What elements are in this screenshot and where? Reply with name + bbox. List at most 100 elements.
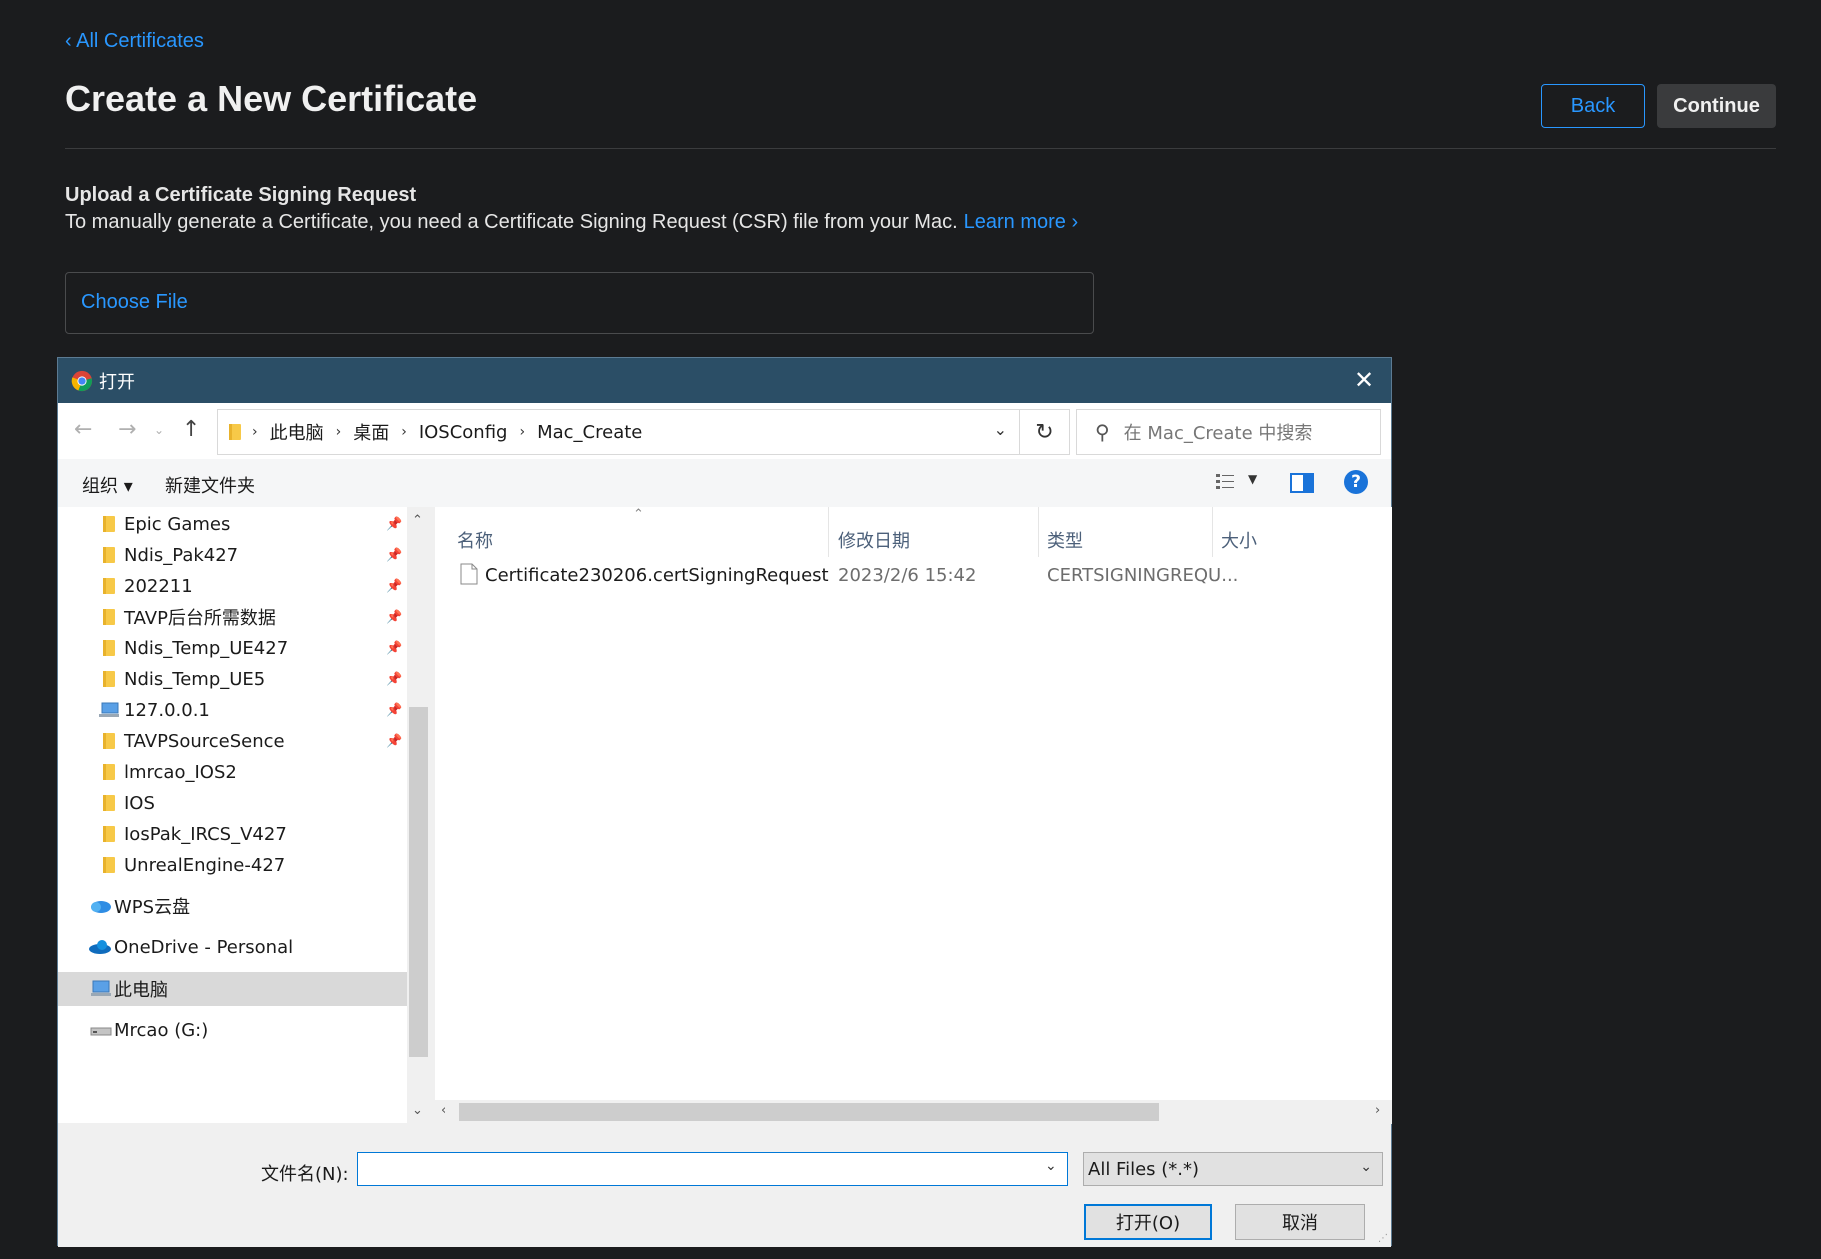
breadcrumb-item[interactable]: IOSConfig	[419, 422, 508, 443]
back-arrow-icon[interactable]: ←	[74, 417, 92, 442]
view-dropdown-icon[interactable]: ▼	[1248, 472, 1257, 486]
file-row[interactable]: Certificate230206.certSigningRequest 202…	[435, 555, 1392, 595]
dialog-titlebar[interactable]: 打开 ✕	[58, 358, 1391, 403]
folder-icon	[103, 516, 115, 532]
command-bar: 组织 ▾ 新建文件夹 ▼ ?	[58, 459, 1391, 507]
upload-box[interactable]: Choose File	[65, 272, 1094, 334]
file-type-select[interactable]: All Files (*.*) ⌄	[1083, 1152, 1383, 1186]
breadcrumb: › 此电脑 › 桌面 › IOSConfig › Mac_Create	[252, 419, 642, 445]
tree-item-label: IosPak_IRCS_V427	[124, 823, 287, 845]
scroll-down-icon[interactable]: ⌄	[412, 1103, 423, 1118]
tree-item[interactable]: UnrealEngine-427	[58, 848, 407, 882]
pin-icon: 📌	[386, 516, 403, 532]
scrollbar-thumb[interactable]	[459, 1103, 1159, 1121]
pin-icon: 📌	[386, 671, 403, 687]
column-divider[interactable]	[1212, 507, 1213, 557]
file-type: CERTSIGNINGREQU...	[1047, 565, 1239, 586]
scroll-right-icon[interactable]: ›	[1375, 1103, 1380, 1118]
breadcrumb-item[interactable]: Mac_Create	[537, 422, 642, 443]
filename-dropdown-icon[interactable]: ⌄	[1045, 1158, 1057, 1174]
preview-pane-icon[interactable]	[1290, 473, 1314, 493]
search-box[interactable]: ⚲ 在 Mac_Create 中搜索	[1076, 409, 1381, 455]
tree-item[interactable]: Ndis_Pak427 📌	[58, 538, 407, 572]
vertical-scrollbar[interactable]: ⌃ ⌄	[407, 507, 430, 1123]
refresh-icon[interactable]: ↻	[1020, 409, 1070, 455]
address-bar[interactable]: › 此电脑 › 桌面 › IOSConfig › Mac_Create ⌄	[217, 409, 1020, 455]
search-icon: ⚲	[1095, 420, 1110, 444]
address-dropdown-icon[interactable]: ⌄	[994, 420, 1007, 439]
column-header-date[interactable]: 修改日期	[838, 527, 910, 553]
tree-item[interactable]: WPS云盘	[58, 889, 407, 923]
tree-item-label: 202211	[124, 575, 193, 597]
scrollbar-thumb[interactable]	[409, 707, 428, 1057]
section-description-text: To manually generate a Certificate, you …	[65, 211, 958, 233]
pin-icon: 📌	[386, 547, 403, 563]
column-header-name[interactable]: 名称	[457, 527, 493, 553]
tree-item[interactable]: 202211 📌	[58, 569, 407, 603]
choose-file-link[interactable]: Choose File	[81, 291, 188, 314]
column-header-size[interactable]: 大小	[1221, 527, 1257, 553]
tree-item[interactable]: TAVPSourceSence 📌	[58, 724, 407, 758]
breadcrumb-item[interactable]: 桌面	[353, 419, 389, 445]
column-header-type[interactable]: 类型	[1047, 527, 1083, 553]
tree-item-this-pc[interactable]: 此电脑	[58, 972, 407, 1006]
dialog-title: 打开	[99, 371, 135, 393]
tree-item[interactable]: Ndis_Temp_UE427 📌	[58, 631, 407, 665]
tree-item[interactable]: Epic Games 📌	[58, 507, 407, 541]
tree-item[interactable]: Mrcao (G:)	[58, 1013, 407, 1047]
tree-item-label: TAVP后台所需数据	[124, 608, 276, 629]
breadcrumb-chevron-icon[interactable]: ›	[401, 424, 407, 440]
tree-item-label: Ndis_Temp_UE5	[124, 668, 266, 690]
forward-arrow-icon[interactable]: →	[118, 417, 136, 442]
view-options-icon[interactable]	[1214, 471, 1236, 493]
open-file-dialog: 打开 ✕ ← → ⌄ ↑ › 此电脑 › 桌面 › IOSConfig › Ma…	[57, 357, 1392, 1247]
open-button[interactable]: 打开(O)	[1084, 1204, 1212, 1240]
search-placeholder[interactable]: 在 Mac_Create 中搜索	[1124, 419, 1313, 445]
horizontal-scrollbar[interactable]: ‹ ›	[435, 1100, 1392, 1124]
close-icon[interactable]: ✕	[1351, 367, 1377, 393]
tree-item[interactable]: Ndis_Temp_UE5 📌	[58, 662, 407, 696]
breadcrumb-item[interactable]: 此电脑	[270, 419, 324, 445]
network-drive-icon	[99, 702, 119, 717]
new-folder-button[interactable]: 新建文件夹	[165, 472, 255, 498]
all-certificates-link[interactable]: ‹ All Certificates	[65, 30, 204, 53]
tree-item[interactable]: IOS	[58, 786, 407, 820]
tree-item[interactable]: OneDrive - Personal	[58, 930, 407, 964]
up-arrow-icon[interactable]: ↑	[182, 417, 200, 442]
filename-input[interactable]	[357, 1152, 1068, 1186]
tree-item[interactable]: TAVP后台所需数据 📌	[58, 600, 407, 634]
scroll-left-icon[interactable]: ‹	[441, 1103, 446, 1118]
organize-menu[interactable]: 组织 ▾	[82, 472, 133, 498]
file-name: Certificate230206.certSigningRequest	[485, 565, 829, 586]
recent-locations-chevron-icon[interactable]: ⌄	[154, 423, 164, 437]
help-icon[interactable]: ?	[1344, 470, 1368, 494]
tree-item-label: 127.0.0.1	[124, 699, 210, 721]
tree-item[interactable]: lmrcao_IOS2	[58, 755, 407, 789]
filename-label: 文件名(N):	[261, 1164, 349, 1185]
folder-icon	[103, 671, 115, 687]
computer-icon	[91, 980, 111, 996]
tree-item-label: UnrealEngine-427	[124, 854, 286, 876]
folder-icon	[103, 547, 115, 563]
continue-button[interactable]: Continue	[1657, 84, 1776, 128]
tree-item[interactable]: 127.0.0.1 📌	[58, 693, 407, 727]
tree-item[interactable]: IosPak_IRCS_V427	[58, 817, 407, 851]
tree-item-label: TAVPSourceSence	[124, 730, 285, 752]
navigation-pane: Epic Games 📌 Ndis_Pak427 📌 202211 📌 TAVP…	[58, 507, 407, 1123]
column-divider[interactable]	[828, 507, 829, 557]
cloud-icon	[91, 901, 111, 913]
folder-icon	[103, 795, 115, 811]
resize-grip-icon[interactable]: ⋰	[1378, 1233, 1388, 1244]
learn-more-link[interactable]: Learn more ›	[964, 211, 1079, 233]
file-date: 2023/2/6 15:42	[838, 565, 977, 586]
column-divider[interactable]	[1038, 507, 1039, 557]
breadcrumb-chevron-icon[interactable]: ›	[519, 424, 525, 440]
cancel-button[interactable]: 取消	[1235, 1204, 1365, 1240]
tree-item-label: IOS	[124, 792, 155, 814]
folder-icon	[103, 857, 115, 873]
breadcrumb-chevron-icon[interactable]: ›	[252, 424, 258, 440]
sort-ascending-icon: ⌃	[633, 507, 644, 522]
breadcrumb-chevron-icon[interactable]: ›	[336, 424, 342, 440]
scroll-up-icon[interactable]: ⌃	[412, 513, 423, 528]
back-button[interactable]: Back	[1541, 84, 1645, 128]
